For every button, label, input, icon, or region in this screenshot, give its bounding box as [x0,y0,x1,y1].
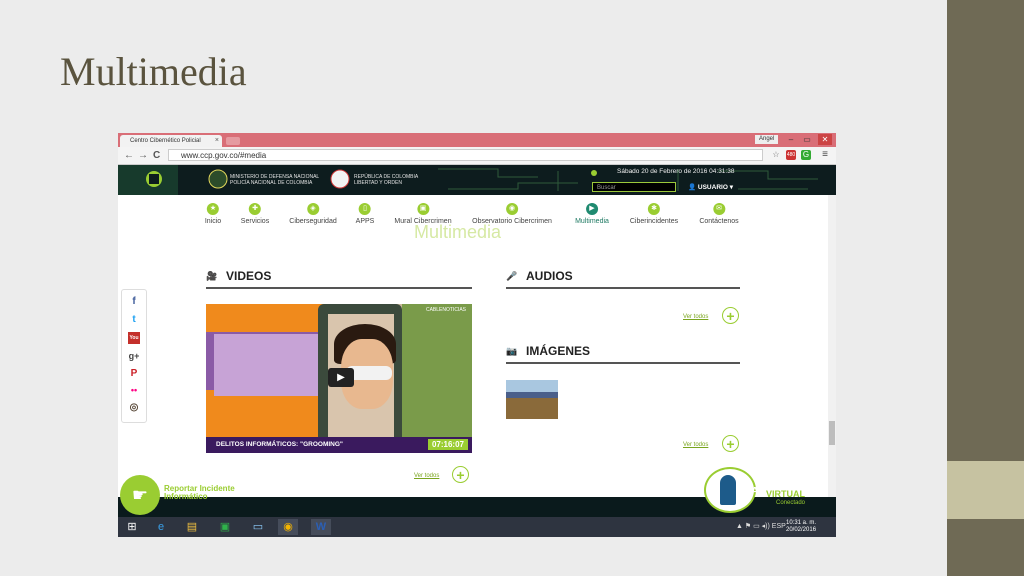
minimize-icon[interactable]: – [784,134,798,145]
menu-icon[interactable]: ≡ [820,150,830,160]
video-caption-bar: DELITOS INFORMÁTICOS: "GROOMING" 07:16:0… [206,437,472,453]
phone-icon: ▯ [359,203,371,215]
twitter-icon[interactable]: t [128,314,140,326]
security-icon: ◈ [306,203,319,215]
google-plus-icon[interactable]: g+ [128,350,140,362]
observatory-icon: ◉ [506,203,518,215]
bookmark-star-icon[interactable]: ☆ [771,150,781,160]
videos-see-all-link[interactable]: Ver todos [414,473,439,479]
nav-ciberincidentes[interactable]: ✱ Ciberincidentes [630,203,678,225]
system-tray[interactable]: ▲ ⚑ ▭ ◂)) ESP [736,522,786,530]
windows-taskbar: ⊞ e ▤ ▣ ▭ ◉ W ▲ ⚑ ▭ ◂)) ESP 10:31 a. m. … [118,517,836,537]
back-arrow-icon[interactable]: ← [124,149,134,162]
file-explorer-icon[interactable]: ▤ [182,519,202,535]
image-thumbnail[interactable] [506,380,558,419]
nav-inicio[interactable]: ★ Inicio [205,203,221,225]
social-sidebar: f t You g+ P •• ◎ [121,289,147,423]
videos-section-header: 🎥 VIDEOS [206,265,472,289]
adblock-icon[interactable]: 480 [786,150,796,160]
audios-title: AUDIOS [526,269,573,283]
browser-tab[interactable]: Centro Cibernético Policial × [120,135,222,147]
incidents-icon: ✱ [648,203,660,215]
video-thumbnail-studio [214,334,322,396]
site-search-input[interactable]: Buscar [592,182,676,192]
ministry-text: MINISTERIO DE DEFENSA NACIONAL POLICÍA N… [230,174,320,186]
play-icon[interactable]: ▶ [328,368,354,387]
nav-apps[interactable]: ▯ APPS [356,203,374,225]
pinterest-icon[interactable]: P [128,368,140,380]
images-plus-icon[interactable]: + [722,435,739,452]
audios-see-all-link[interactable]: Ver todos [683,314,708,320]
facebook-icon[interactable]: f [128,296,140,308]
reload-icon[interactable]: C [153,149,160,162]
store-icon[interactable]: ▣ [215,519,235,535]
mural-icon: ▣ [417,203,429,215]
windows-start-icon[interactable]: ⊞ [122,519,142,535]
youtube-icon[interactable]: You [128,332,140,344]
chrome-icon[interactable]: ◉ [278,519,298,535]
internet-explorer-icon[interactable]: e [151,519,171,535]
instagram-icon[interactable]: ◎ [128,402,140,414]
forward-arrow-icon[interactable]: → [138,149,148,162]
taskbar-clock[interactable]: 10:31 a. m. 20/02/2016 [786,520,816,534]
slide-side-bar-accent [947,461,1024,519]
cai-virtual-label: VIRTUAL [766,489,805,499]
video-brand: CABLENOTICIAS [425,307,466,313]
report-incident-link[interactable]: Reportar Incidente Informático [164,485,235,501]
new-tab-button[interactable] [226,137,240,145]
extension-icon[interactable]: G [801,150,811,160]
images-section-header: 📷 IMÁGENES [506,340,740,364]
cai-status: Conectado [776,500,806,506]
ghost-page-title: Multimedia [414,222,502,242]
audios-plus-icon[interactable]: + [722,307,739,324]
tab-close-icon[interactable]: × [215,135,219,147]
profile-badge[interactable]: Angel [755,135,779,144]
nav-ciberseguridad[interactable]: ◈ Ciberseguridad [289,203,337,225]
services-icon: ✚ [249,203,261,215]
cai-label: CAI [744,486,762,497]
nav-contactenos[interactable]: ✉ Contáctenos [699,203,739,225]
site-nav: Multimedia ★ Inicio ✚ Servicios ◈ Cibers… [118,195,836,242]
header-datetime: Sábado 20 de Febrero de 2016 04:31:38 [617,168,735,175]
audios-section-header: 🎤 AUDIOS [506,265,740,289]
videos-title: VIDEOS [226,269,272,283]
microphone-icon: 🎤 [506,271,518,281]
multimedia-icon: ▶ [585,203,598,215]
images-see-all-link[interactable]: Ver todos [683,442,708,448]
nav-multimedia[interactable]: ▶ Multimedia [575,203,609,225]
video-camera-icon: 🎥 [206,271,218,281]
restore-icon[interactable]: ▭ [800,134,814,145]
videos-plus-icon[interactable]: + [452,466,469,483]
address-bar-row: ← → C www.ccp.gov.co/#media ☆ 480 G ≡ [118,147,836,165]
republic-text: REPÚBLICA DE COLOMBIA LIBERTAD Y ORDEN [354,174,419,186]
video-time: 07:16:07 [427,439,468,450]
nav-observatorio[interactable]: ◉ Observatorio Cibercrimen [472,203,552,225]
slide-title: Multimedia [60,49,247,94]
mail-icon: ✉ [713,203,725,215]
report-incident-icon[interactable]: ☛ [120,475,160,515]
close-window-icon[interactable]: ✕ [818,134,832,145]
url-input[interactable]: www.ccp.gov.co/#media [168,149,763,161]
nav-servicios[interactable]: ✚ Servicios [241,203,269,225]
monitor-icon[interactable]: ▭ [248,519,268,535]
images-title: IMÁGENES [526,344,591,358]
nav-mural-cibercrimen[interactable]: ▣ Mural Cibercrimen [394,203,452,225]
camera-icon: 📷 [506,346,518,356]
browser-tab-bar: Centro Cibernético Policial × Angel – ▭ … [118,133,836,147]
browser-screenshot: Centro Cibernético Policial × Angel – ▭ … [118,133,836,537]
flickr-icon[interactable]: •• [128,384,140,396]
home-icon: ★ [207,203,219,215]
cai-agent-avatar [720,475,736,505]
word-icon[interactable]: W [311,519,331,535]
scrollbar-thumb[interactable] [829,421,835,445]
site-header: MINISTERIO DE DEFENSA NACIONAL POLICÍA N… [118,165,836,195]
page-scrollbar[interactable] [828,195,836,497]
tab-title: Centro Cibernético Policial [130,138,201,144]
video-caption: DELITOS INFORMÁTICOS: "GROOMING" [216,441,344,448]
user-menu[interactable]: 👤 USUARIO ▾ [688,183,733,191]
